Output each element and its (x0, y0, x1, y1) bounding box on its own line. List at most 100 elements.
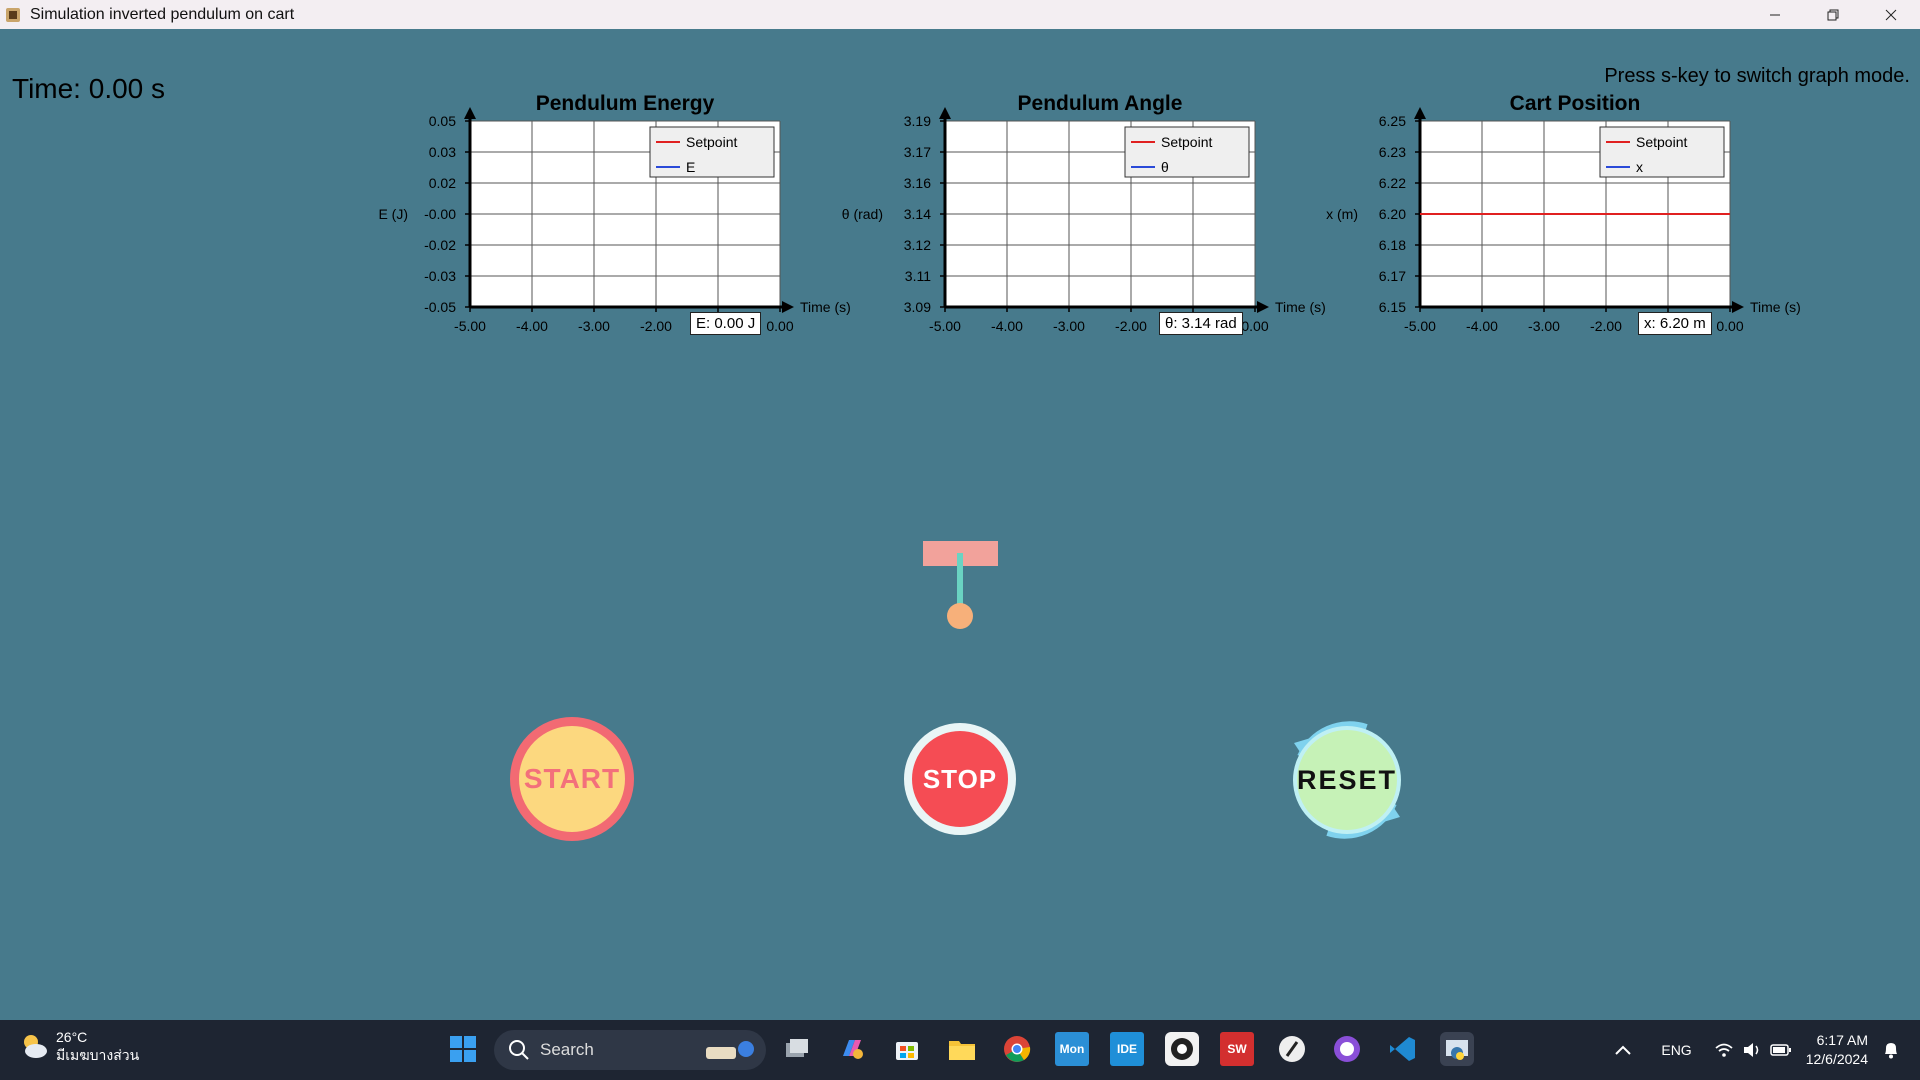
x-tick-label: -3.00 (1053, 318, 1085, 334)
search-label: Search (540, 1040, 594, 1059)
y-tick-label: 3.11 (905, 268, 931, 284)
window-title: Simulation inverted pendulum on cart (30, 5, 295, 23)
y-tick-label: 6.23 (1379, 144, 1406, 160)
reset-button-wrap[interactable]: RESET (1284, 717, 1410, 843)
y-tick-label: 3.19 (904, 113, 931, 129)
y-tick-label: 6.18 (1379, 237, 1406, 253)
chrome-icon[interactable] (1000, 1032, 1034, 1066)
x-tick-label: -4.00 (991, 318, 1023, 334)
angle-readout: θ: 3.14 rad (1159, 312, 1243, 335)
weather-temp: 26°C (56, 1029, 88, 1045)
x-tick-label: -2.00 (1115, 318, 1147, 334)
graph-title: Cart Position (1510, 92, 1641, 115)
y-axis-arrow (939, 107, 951, 119)
app-icon[interactable] (1275, 1032, 1309, 1066)
solidworks-label: SW (1227, 1042, 1247, 1056)
legend-label: Setpoint (1161, 134, 1212, 150)
energy-graph: Pendulum Energy-5.00-4.00-3.00-2.00-1.00… (378, 85, 850, 380)
battery-icon[interactable] (1769, 1043, 1792, 1057)
legend-label: Setpoint (686, 134, 737, 150)
y-tick-label: 6.25 (1379, 113, 1406, 129)
time-label: Time: 0.00 s (12, 73, 166, 104)
clock-time: 6:17 AM (1816, 1032, 1868, 1048)
vscode-icon[interactable] (1385, 1032, 1419, 1066)
clock-date: 12/6/2024 (1805, 1051, 1868, 1067)
clock[interactable]: 6:17 AM 12/6/2024 (1806, 1031, 1868, 1069)
cart-position-graph: Cart Position-5.00-4.00-3.00-2.00-1.000.… (1326, 85, 1801, 380)
close-icon (1885, 9, 1897, 20)
start-label: START (523, 763, 621, 794)
pendulum-bob (947, 603, 973, 629)
mon-icon[interactable]: Mon (1055, 1032, 1089, 1066)
title-bar: Simulation inverted pendulum on cart (0, 0, 1920, 29)
x-axis-arrow (1257, 301, 1269, 313)
x-tick-label: -3.00 (1528, 318, 1560, 334)
energy-readout: E: 0.00 J (690, 312, 762, 335)
store-icon[interactable] (890, 1032, 924, 1066)
y-tick-label: 3.09 (904, 299, 931, 315)
x-tick-label: 0.00 (1716, 318, 1743, 334)
system-tray: ENG 6:17 AM 12/6/2024 (1615, 1020, 1920, 1080)
x-tick-label: 0.00 (766, 318, 793, 334)
start-button[interactable]: START (510, 717, 634, 841)
y-tick-label: 3.12 (904, 237, 931, 253)
x-axis-arrow (782, 301, 794, 313)
y-tick-label: -0.05 (424, 299, 456, 315)
y-tick-label: -0.02 (424, 237, 456, 253)
y-axis-arrow (1414, 107, 1426, 119)
wifi-icon[interactable] (1714, 1042, 1734, 1058)
y-axis-arrow (464, 107, 476, 119)
github-desktop-icon[interactable] (1330, 1032, 1364, 1066)
y-tick-label: 3.17 (904, 144, 931, 160)
graph-title: Pendulum Energy (536, 92, 715, 115)
x-axis-label: Time (s) (1750, 299, 1801, 315)
y-tick-label: 6.17 (1379, 268, 1406, 284)
y-axis-label: x (m) (1326, 206, 1358, 222)
x-tick-label: -5.00 (454, 318, 486, 334)
minimize-button[interactable] (1746, 0, 1804, 29)
legend-label: x (1636, 159, 1643, 175)
volume-icon[interactable] (1742, 1042, 1762, 1058)
y-axis-label: E (J) (378, 206, 408, 222)
python-icon[interactable] (1440, 1032, 1474, 1066)
notification-bell-icon[interactable] (1882, 1041, 1900, 1059)
app-icon (6, 7, 20, 22)
y-tick-label: 6.20 (1379, 206, 1406, 222)
y-tick-label: 3.16 (904, 175, 931, 191)
legend-label: Setpoint (1636, 134, 1687, 150)
reset-button[interactable]: RESET (1293, 726, 1401, 834)
obs-icon[interactable] (1165, 1032, 1199, 1066)
mon-label: Mon (1059, 1042, 1085, 1056)
file-explorer-icon[interactable] (945, 1032, 979, 1066)
x-tick-label: -5.00 (1404, 318, 1436, 334)
windows-start-icon[interactable] (446, 1032, 480, 1066)
pendulum-rod (957, 553, 963, 607)
weather-widget[interactable]: 26°C มีเมฆบางส่วน (18, 1028, 139, 1064)
legend-label: E (686, 159, 695, 175)
solidworks-icon[interactable]: SW (1220, 1032, 1254, 1066)
x-tick-label: -5.00 (929, 318, 961, 334)
x-tick-label: -2.00 (1590, 318, 1622, 334)
simulation-canvas[interactable]: Time: 0.00 s Press s-key to switch graph… (0, 29, 1920, 1020)
x-axis-label: Time (s) (800, 299, 851, 315)
x-axis-arrow (1732, 301, 1744, 313)
stop-label: STOP (922, 763, 998, 794)
close-button[interactable] (1862, 0, 1920, 29)
ide-icon[interactable]: IDE (1110, 1032, 1144, 1066)
search-highlight-icon (706, 1041, 754, 1059)
y-tick-label: -0.03 (424, 268, 456, 284)
chevron-up-icon[interactable] (1615, 1045, 1632, 1055)
taskbar-search[interactable]: Search (494, 1030, 766, 1070)
y-tick-label: 3.14 (904, 206, 931, 222)
minimize-icon (1770, 14, 1780, 15)
taskbar: 26°C มีเมฆบางส่วน Search Mon IDE SW ENG … (0, 1020, 1920, 1080)
x-tick-label: -2.00 (640, 318, 672, 334)
language-indicator[interactable]: ENG (1661, 1042, 1691, 1058)
x-tick-label: -4.00 (516, 318, 548, 334)
task-view-icon[interactable] (780, 1032, 814, 1066)
stop-button[interactable]: STOP (904, 723, 1016, 835)
x-tick-label: 0.00 (1241, 318, 1268, 334)
copilot-icon[interactable] (835, 1032, 869, 1066)
x-axis-label: Time (s) (1275, 299, 1326, 315)
restore-button[interactable] (1804, 0, 1862, 29)
